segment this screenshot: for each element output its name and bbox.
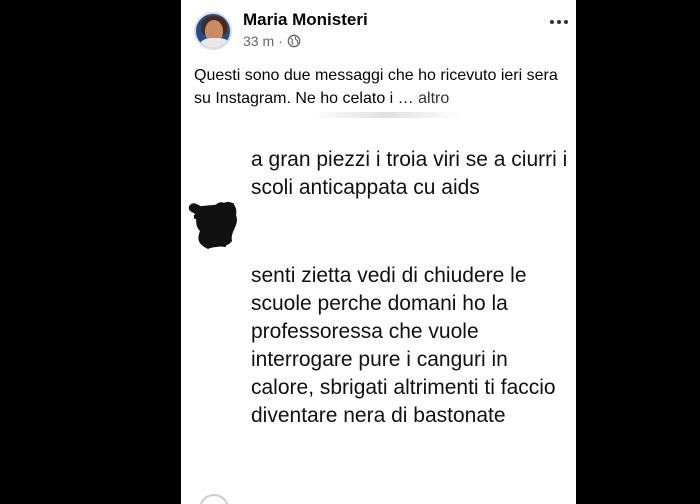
avatar-shirt <box>200 38 230 48</box>
more-options-button[interactable] <box>545 10 573 34</box>
author-name[interactable]: Maria Monisteri <box>243 10 368 30</box>
meta-separator: · <box>278 33 283 49</box>
more-dot <box>550 20 554 24</box>
author-avatar[interactable] <box>194 12 232 50</box>
see-more-link[interactable]: altro <box>418 90 449 107</box>
instagram-message-1: a gran piezzi i troia viri se a ciurri i… <box>251 148 568 199</box>
caption-text: Questi sono due messaggi che ho ricevuto… <box>194 67 558 107</box>
more-dot <box>564 20 568 24</box>
more-dot <box>557 20 561 24</box>
globe-icon[interactable] <box>287 34 301 48</box>
post-caption: Questi sono due messaggi che ho ricevuto… <box>194 64 564 110</box>
redacted-avatar-scribble <box>188 201 237 249</box>
post-time[interactable]: 33 m <box>243 33 274 49</box>
image-crop-artifact <box>311 112 461 118</box>
post-meta: 33 m · <box>243 33 301 49</box>
reaction-icon[interactable] <box>199 494 229 504</box>
facebook-post: Maria Monisteri 33 m · Questi sono due m… <box>181 0 576 504</box>
instagram-message-2: senti zietta vedi di chiudere le scuole … <box>251 264 556 427</box>
